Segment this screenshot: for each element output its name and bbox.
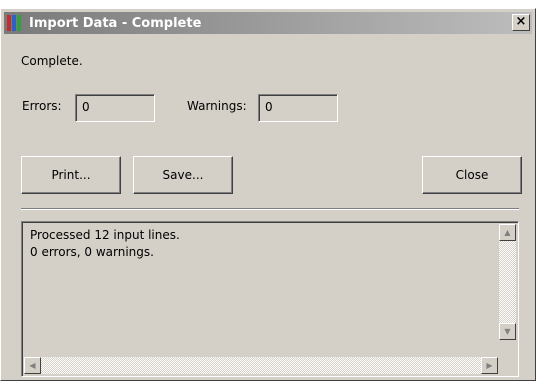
scroll-up-arrow-icon[interactable]: ▲	[499, 224, 516, 241]
scroll-down-arrow-icon[interactable]: ▼	[499, 323, 516, 340]
separator	[21, 208, 519, 210]
scrollbar-corner	[499, 357, 516, 374]
log-output-box[interactable]: Processed 12 input lines. 0 errors, 0 wa…	[21, 221, 519, 377]
print-button[interactable]: Print...	[21, 156, 121, 194]
warnings-label: Warnings:	[187, 99, 247, 113]
window-title: Import Data - Complete	[29, 15, 202, 31]
vertical-scrollbar[interactable]: ▲ ▼	[499, 224, 516, 340]
log-line: Processed 12 input lines.	[30, 228, 180, 242]
close-window-button[interactable]: ×	[512, 14, 530, 31]
scroll-left-arrow-icon[interactable]: ◀	[24, 357, 41, 374]
errors-label: Errors:	[22, 99, 62, 113]
import-data-app-icon	[7, 15, 25, 31]
scroll-right-arrow-icon[interactable]: ▶	[481, 357, 498, 374]
status-text: Complete.	[21, 54, 83, 68]
close-button[interactable]: Close	[422, 156, 522, 194]
errors-count-field: 0	[75, 94, 155, 122]
warnings-count-field: 0	[258, 94, 338, 122]
import-data-dialog: Import Data - Complete × Complete. Error…	[0, 8, 536, 381]
title-bar[interactable]: Import Data - Complete ×	[4, 12, 532, 34]
log-line: 0 errors, 0 warnings.	[30, 245, 154, 259]
save-button[interactable]: Save...	[133, 156, 233, 194]
horizontal-scrollbar[interactable]: ◀ ▶	[24, 357, 498, 374]
